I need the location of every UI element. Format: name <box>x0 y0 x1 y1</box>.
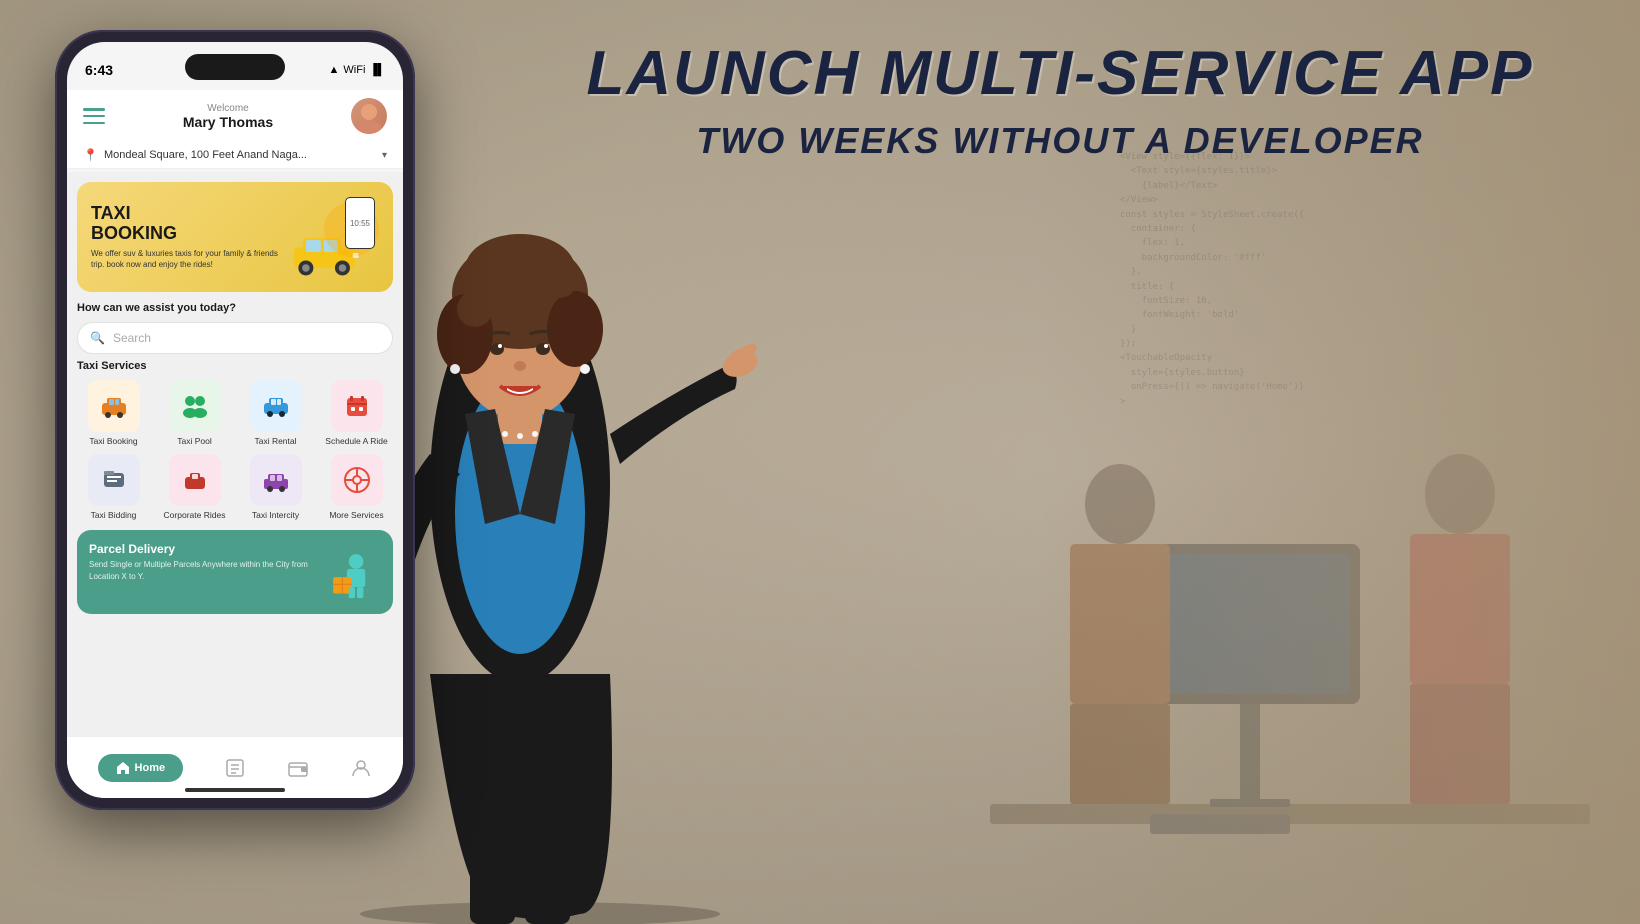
service-label-schedule-ride: Schedule A Ride <box>325 436 387 446</box>
banner-text-area: TAXI BOOKING We offer suv & luxuries tax… <box>91 204 289 270</box>
wifi-icon: WiFi <box>343 64 365 76</box>
header-center: Welcome Mary Thomas <box>183 103 273 130</box>
services-section: Taxi Services Taxi Booking <box>67 360 403 520</box>
battery-icon: ▐▌ <box>369 64 385 76</box>
more-services-icon-box <box>331 454 383 506</box>
service-label-corporate-rides: Corporate Rides <box>164 510 226 520</box>
services-grid: Taxi Booking Taxi Pool Tax <box>77 380 393 520</box>
banner-car-area: 10:55 <box>289 197 379 277</box>
service-label-taxi-intercity: Taxi Intercity <box>252 510 299 520</box>
welcome-text: Welcome <box>183 103 273 114</box>
taxi-booking-icon-box <box>88 380 140 432</box>
taxi-banner: TAXI BOOKING We offer suv & luxuries tax… <box>77 182 393 292</box>
status-time: 6:43 <box>85 62 113 78</box>
phone-screen: 6:43 ▲ WiFi ▐▌ Welcome Mary Thomas <box>67 42 403 798</box>
app-content: TAXI BOOKING We offer suv & luxuries tax… <box>67 172 403 736</box>
search-placeholder-text: Search <box>113 331 151 345</box>
service-label-taxi-rental: Taxi Rental <box>254 436 296 446</box>
avatar[interactable] <box>351 98 387 134</box>
service-label-taxi-pool: Taxi Pool <box>177 436 212 446</box>
assist-section: How can we assist you today? 🔍 Search <box>67 292 403 360</box>
parcel-description: Send Single or Multiple Parcels Anywhere… <box>89 559 321 581</box>
schedule-ride-icon-box <box>331 380 383 432</box>
nav-profile-button[interactable] <box>350 757 372 779</box>
signal-icon: ▲ <box>329 64 340 76</box>
service-item-taxi-bidding[interactable]: Taxi Bidding <box>77 454 150 520</box>
services-section-title: Taxi Services <box>77 360 393 372</box>
service-item-taxi-booking[interactable]: Taxi Booking <box>77 380 150 446</box>
service-label-taxi-booking: Taxi Booking <box>89 436 137 446</box>
home-indicator <box>185 788 285 792</box>
parcel-icon-area <box>321 542 381 602</box>
search-bar[interactable]: 🔍 Search <box>77 322 393 354</box>
hamburger-menu-icon[interactable] <box>83 108 105 124</box>
status-icons: ▲ WiFi ▐▌ <box>329 64 385 76</box>
location-bar[interactable]: 📍 Mondeal Square, 100 Feet Anand Naga...… <box>67 142 403 169</box>
location-address: Mondeal Square, 100 Feet Anand Naga... <box>104 149 376 161</box>
parcel-text: Parcel Delivery Send Single or Multiple … <box>89 542 321 581</box>
nav-wallet-button[interactable] <box>287 757 309 779</box>
taxi-pool-icon-box <box>169 380 221 432</box>
parcel-title: Parcel Delivery <box>89 542 321 556</box>
service-item-taxi-intercity[interactable]: Taxi Intercity <box>239 454 312 520</box>
banner-description: We offer suv & luxuries taxis for your f… <box>91 248 289 270</box>
service-item-corporate-rides[interactable]: Corporate Rides <box>158 454 231 520</box>
dynamic-island <box>185 54 285 80</box>
banner-title: TAXI BOOKING <box>91 204 289 244</box>
nav-home-label: Home <box>135 762 166 774</box>
corporate-rides-icon-box <box>169 454 221 506</box>
parcel-banner: Parcel Delivery Send Single or Multiple … <box>77 530 393 614</box>
phone-container: 6:43 ▲ WiFi ▐▌ Welcome Mary Thomas <box>55 30 415 810</box>
service-label-more-services: More Services <box>329 510 383 520</box>
nav-bookings-button[interactable] <box>224 757 246 779</box>
taxi-intercity-icon-box <box>250 454 302 506</box>
location-pin-icon: 📍 <box>83 148 98 162</box>
assist-title: How can we assist you today? <box>77 302 393 314</box>
taxi-rental-icon-box <box>250 380 302 432</box>
phone-shell: 6:43 ▲ WiFi ▐▌ Welcome Mary Thomas <box>55 30 415 810</box>
service-item-more-services[interactable]: More Services <box>320 454 393 520</box>
taxi-bidding-icon-box <box>88 454 140 506</box>
service-label-taxi-bidding: Taxi Bidding <box>91 510 137 520</box>
service-item-taxi-rental[interactable]: Taxi Rental <box>239 380 312 446</box>
search-icon: 🔍 <box>90 331 105 345</box>
nav-home-button[interactable]: Home <box>98 754 184 782</box>
user-name: Mary Thomas <box>183 114 273 130</box>
service-item-taxi-pool[interactable]: Taxi Pool <box>158 380 231 446</box>
app-header: Welcome Mary Thomas <box>67 90 403 142</box>
service-item-schedule-ride[interactable]: Schedule A Ride <box>320 380 393 446</box>
location-chevron-icon: ▾ <box>382 150 387 161</box>
